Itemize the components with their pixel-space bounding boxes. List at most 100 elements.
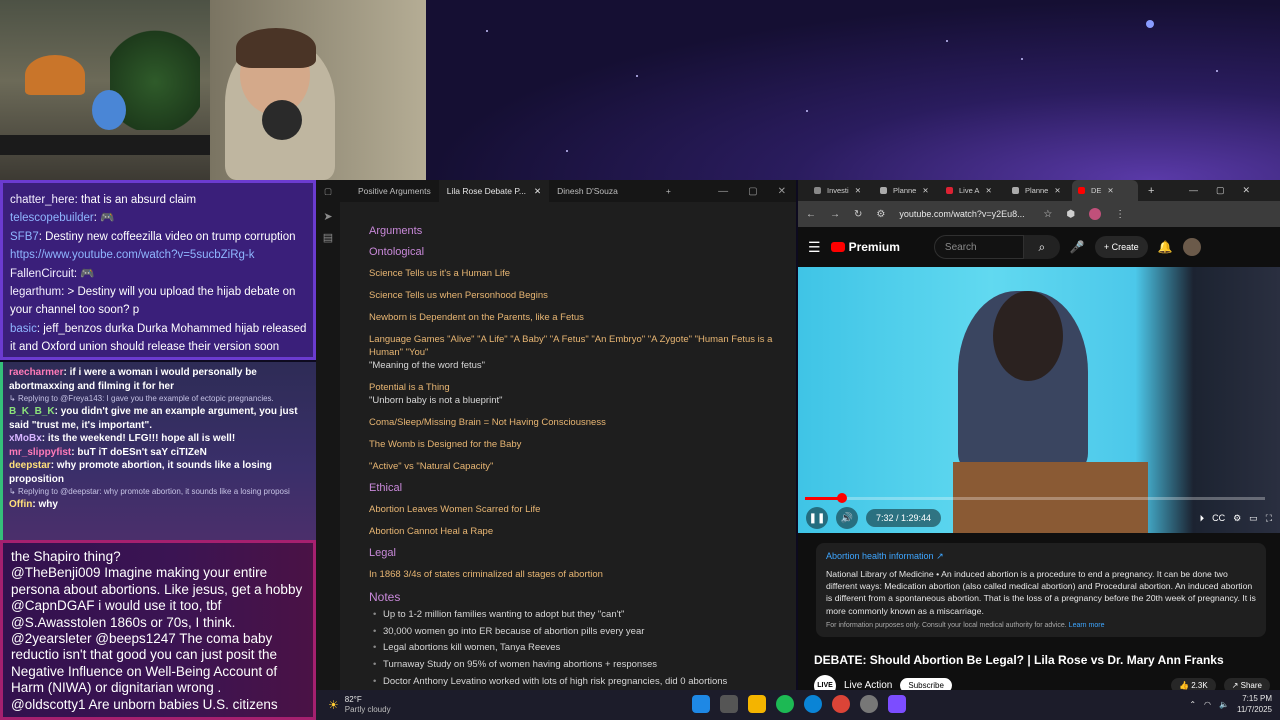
settings-icon[interactable] xyxy=(860,695,878,713)
chat-message: chatter_here: that is an absurd claim xyxy=(10,194,197,206)
tray-overflow-icon[interactable]: ⌃ xyxy=(1189,700,1196,709)
settings-icon[interactable]: ⚙ xyxy=(1233,513,1241,524)
browser-tab[interactable]: Investi ✕ xyxy=(808,180,874,201)
new-tab-icon[interactable]: + xyxy=(666,186,671,196)
chrome-icon[interactable] xyxy=(832,695,850,713)
learn-more-link[interactable]: Learn more xyxy=(1069,622,1105,629)
note-item[interactable]: Abortion Leaves Women Scarred for Life xyxy=(369,503,789,516)
forward-icon[interactable]: → xyxy=(830,209,840,220)
task-view-icon[interactable] xyxy=(720,695,738,713)
video-player[interactable]: ❚❚ 🔊 7:32 / 1:29:44 ⏵ CC ⚙ ▭ ⛶ xyxy=(798,267,1280,533)
obsidian-icon[interactable] xyxy=(888,695,906,713)
close-icon[interactable]: ✕ xyxy=(855,186,861,195)
miniplayer-icon[interactable]: ▭ xyxy=(1249,513,1258,524)
search-input[interactable]: Search xyxy=(933,235,1024,259)
tab-dinesh-dsouza[interactable]: Dinesh D'Souza xyxy=(549,180,626,202)
wifi-icon[interactable]: ◠ xyxy=(1204,700,1211,709)
chat-message: @TheBenji009 Imagine making your entire … xyxy=(11,565,303,597)
close-icon[interactable]: ✕ xyxy=(1107,186,1113,195)
bookmark-icon[interactable]: ☆ xyxy=(1043,209,1052,220)
note-item[interactable]: Potential is a Thing "Unborn baby is not … xyxy=(369,381,789,407)
hamburger-icon[interactable]: ☰ xyxy=(808,239,821,256)
channel-avatar[interactable]: LIVE xyxy=(814,674,836,690)
browser-tab[interactable]: Live A ✕ xyxy=(940,180,1006,201)
notes-ribbon: ➤ ▤ xyxy=(316,202,340,690)
volume-icon[interactable]: 🔊 xyxy=(836,507,858,529)
list-item: Up to 1-2 million families wanting to ad… xyxy=(369,607,789,624)
clock[interactable]: 7:15 PM 11/7/2025 xyxy=(1237,693,1272,715)
pause-icon[interactable]: ❚❚ xyxy=(806,507,828,529)
note-item[interactable]: Newborn is Dependent on the Parents, lik… xyxy=(369,311,789,324)
note-content: Arguments Ontological Science Tells us i… xyxy=(369,225,789,691)
browser-tab[interactable]: Planne ✕ xyxy=(1006,180,1072,201)
site-info-icon[interactable]: ⚙ xyxy=(876,209,885,220)
note-item[interactable]: Science Tells us it's a Human Life xyxy=(369,267,789,280)
spotify-icon[interactable] xyxy=(776,695,794,713)
new-tab-icon[interactable]: + xyxy=(1148,185,1154,197)
maximize-icon[interactable]: ▢ xyxy=(748,186,757,197)
captions-icon[interactable]: CC xyxy=(1212,513,1225,523)
emote-icon: 🎮 xyxy=(100,212,115,225)
chat-link[interactable]: https://www.youtube.com/watch?v=5sucbZiR… xyxy=(10,246,307,264)
channel-name[interactable]: Live Action xyxy=(844,680,892,690)
tab-positive-arguments[interactable]: Positive Arguments xyxy=(350,180,439,202)
close-window-icon[interactable]: ✕ xyxy=(778,186,786,197)
browser-tab[interactable]: Planne ✕ xyxy=(874,180,940,201)
note-item[interactable]: Science Tells us when Personhood Begins xyxy=(369,289,789,302)
note-item[interactable]: "Active" vs "Natural Capacity" xyxy=(369,460,789,473)
speaker-icon[interactable]: 🔈 xyxy=(1219,700,1229,709)
like-button[interactable]: 👍 2.3K xyxy=(1171,678,1216,690)
emote-icon: 🎮 xyxy=(80,267,95,280)
share-button[interactable]: ↗ Share xyxy=(1223,678,1270,690)
weather-widget[interactable]: ☀ 82°F Partly cloudy xyxy=(328,695,391,715)
start-icon[interactable] xyxy=(692,695,710,713)
close-icon[interactable]: ✕ xyxy=(922,186,928,195)
note-item[interactable]: In 1868 3/4s of states criminalized all … xyxy=(369,568,789,581)
health-info-heading[interactable]: Abortion health information ↗ xyxy=(826,551,1256,562)
close-icon[interactable]: ✕ xyxy=(1054,186,1060,195)
note-item[interactable]: Language Games "Alive" "A Life" "A Baby"… xyxy=(369,333,789,372)
extension-icon[interactable]: ⬢ xyxy=(1066,209,1075,220)
search-icon[interactable]: ⌕ xyxy=(1023,235,1060,259)
notifications-icon[interactable]: 🔔 xyxy=(1158,240,1173,254)
youtube-logo[interactable]: Premium xyxy=(830,240,900,254)
close-icon[interactable]: ✕ xyxy=(985,186,991,195)
note-item[interactable]: Abortion Cannot Heal a Rape xyxy=(369,525,789,538)
send-icon[interactable]: ➤ xyxy=(316,210,340,223)
avatar[interactable] xyxy=(1182,238,1201,256)
tab-lila-rose-debate[interactable]: Lila Rose Debate P... ✕ xyxy=(438,180,550,202)
progress-bar[interactable] xyxy=(805,493,1265,503)
subscribe-button[interactable]: Subscribe xyxy=(900,678,952,690)
microphone-icon[interactable]: 🎤 xyxy=(1070,240,1085,254)
menu-icon[interactable]: ⋮ xyxy=(1115,209,1125,220)
chat-message: FallenCircuit: 🎮 xyxy=(10,267,95,280)
sidebar-toggle-icon[interactable]: ▢ xyxy=(316,186,340,197)
fullscreen-icon[interactable]: ⛶ xyxy=(1266,513,1272,524)
autoplay-toggle[interactable]: ⏵ xyxy=(1200,513,1205,524)
reload-icon[interactable]: ↻ xyxy=(854,209,862,220)
heading-notes: Notes xyxy=(369,590,401,604)
window-controls[interactable]: —▢✕ xyxy=(1189,185,1268,196)
note-item[interactable]: Coma/Sleep/Missing Brain = Not Having Co… xyxy=(369,416,789,429)
layout-icon[interactable]: ▤ xyxy=(316,231,340,244)
note-item[interactable]: The Womb is Designed for the Baby xyxy=(369,438,789,451)
taskbar: ☀ 82°F Partly cloudy ⌃ ◠ 🔈 7:15 PM 11/7/2… xyxy=(316,690,1280,720)
edge-icon[interactable] xyxy=(804,695,822,713)
create-button[interactable]: + Create xyxy=(1094,236,1148,258)
scrubber-handle[interactable] xyxy=(836,493,847,503)
chat-message: mr_slippyfist: buT iT doESn't saY ciTIZe… xyxy=(9,446,207,458)
minimize-icon[interactable]: — xyxy=(718,186,728,197)
profile-icon[interactable] xyxy=(1089,208,1102,220)
close-icon[interactable]: ✕ xyxy=(534,186,541,197)
list-item: Turnaway Study on 95% of women having ab… xyxy=(369,657,789,674)
chat-message: @2yearsleter @beeps1247 The coma baby re… xyxy=(11,631,278,696)
file-explorer-icon[interactable] xyxy=(748,695,766,713)
url-field[interactable]: youtube.com/watch?v=y2Eu8... xyxy=(899,209,1029,219)
notes-list: Up to 1-2 million families wanting to ad… xyxy=(369,607,789,691)
back-icon[interactable]: ← xyxy=(806,209,816,220)
system-tray: ⌃ ◠ 🔈 7:15 PM 11/7/2025 xyxy=(1189,693,1272,715)
chat-message: legarthum: > Destiny will you upload the… xyxy=(10,286,296,317)
chat-reply: ↳ Replying to @Freya143: I gave you the … xyxy=(9,394,274,403)
browser-tab-active[interactable]: DE ✕ xyxy=(1072,180,1138,201)
address-bar-row: ← → ↻ ⚙ youtube.com/watch?v=y2Eu8... ☆ ⬢… xyxy=(798,201,1280,227)
